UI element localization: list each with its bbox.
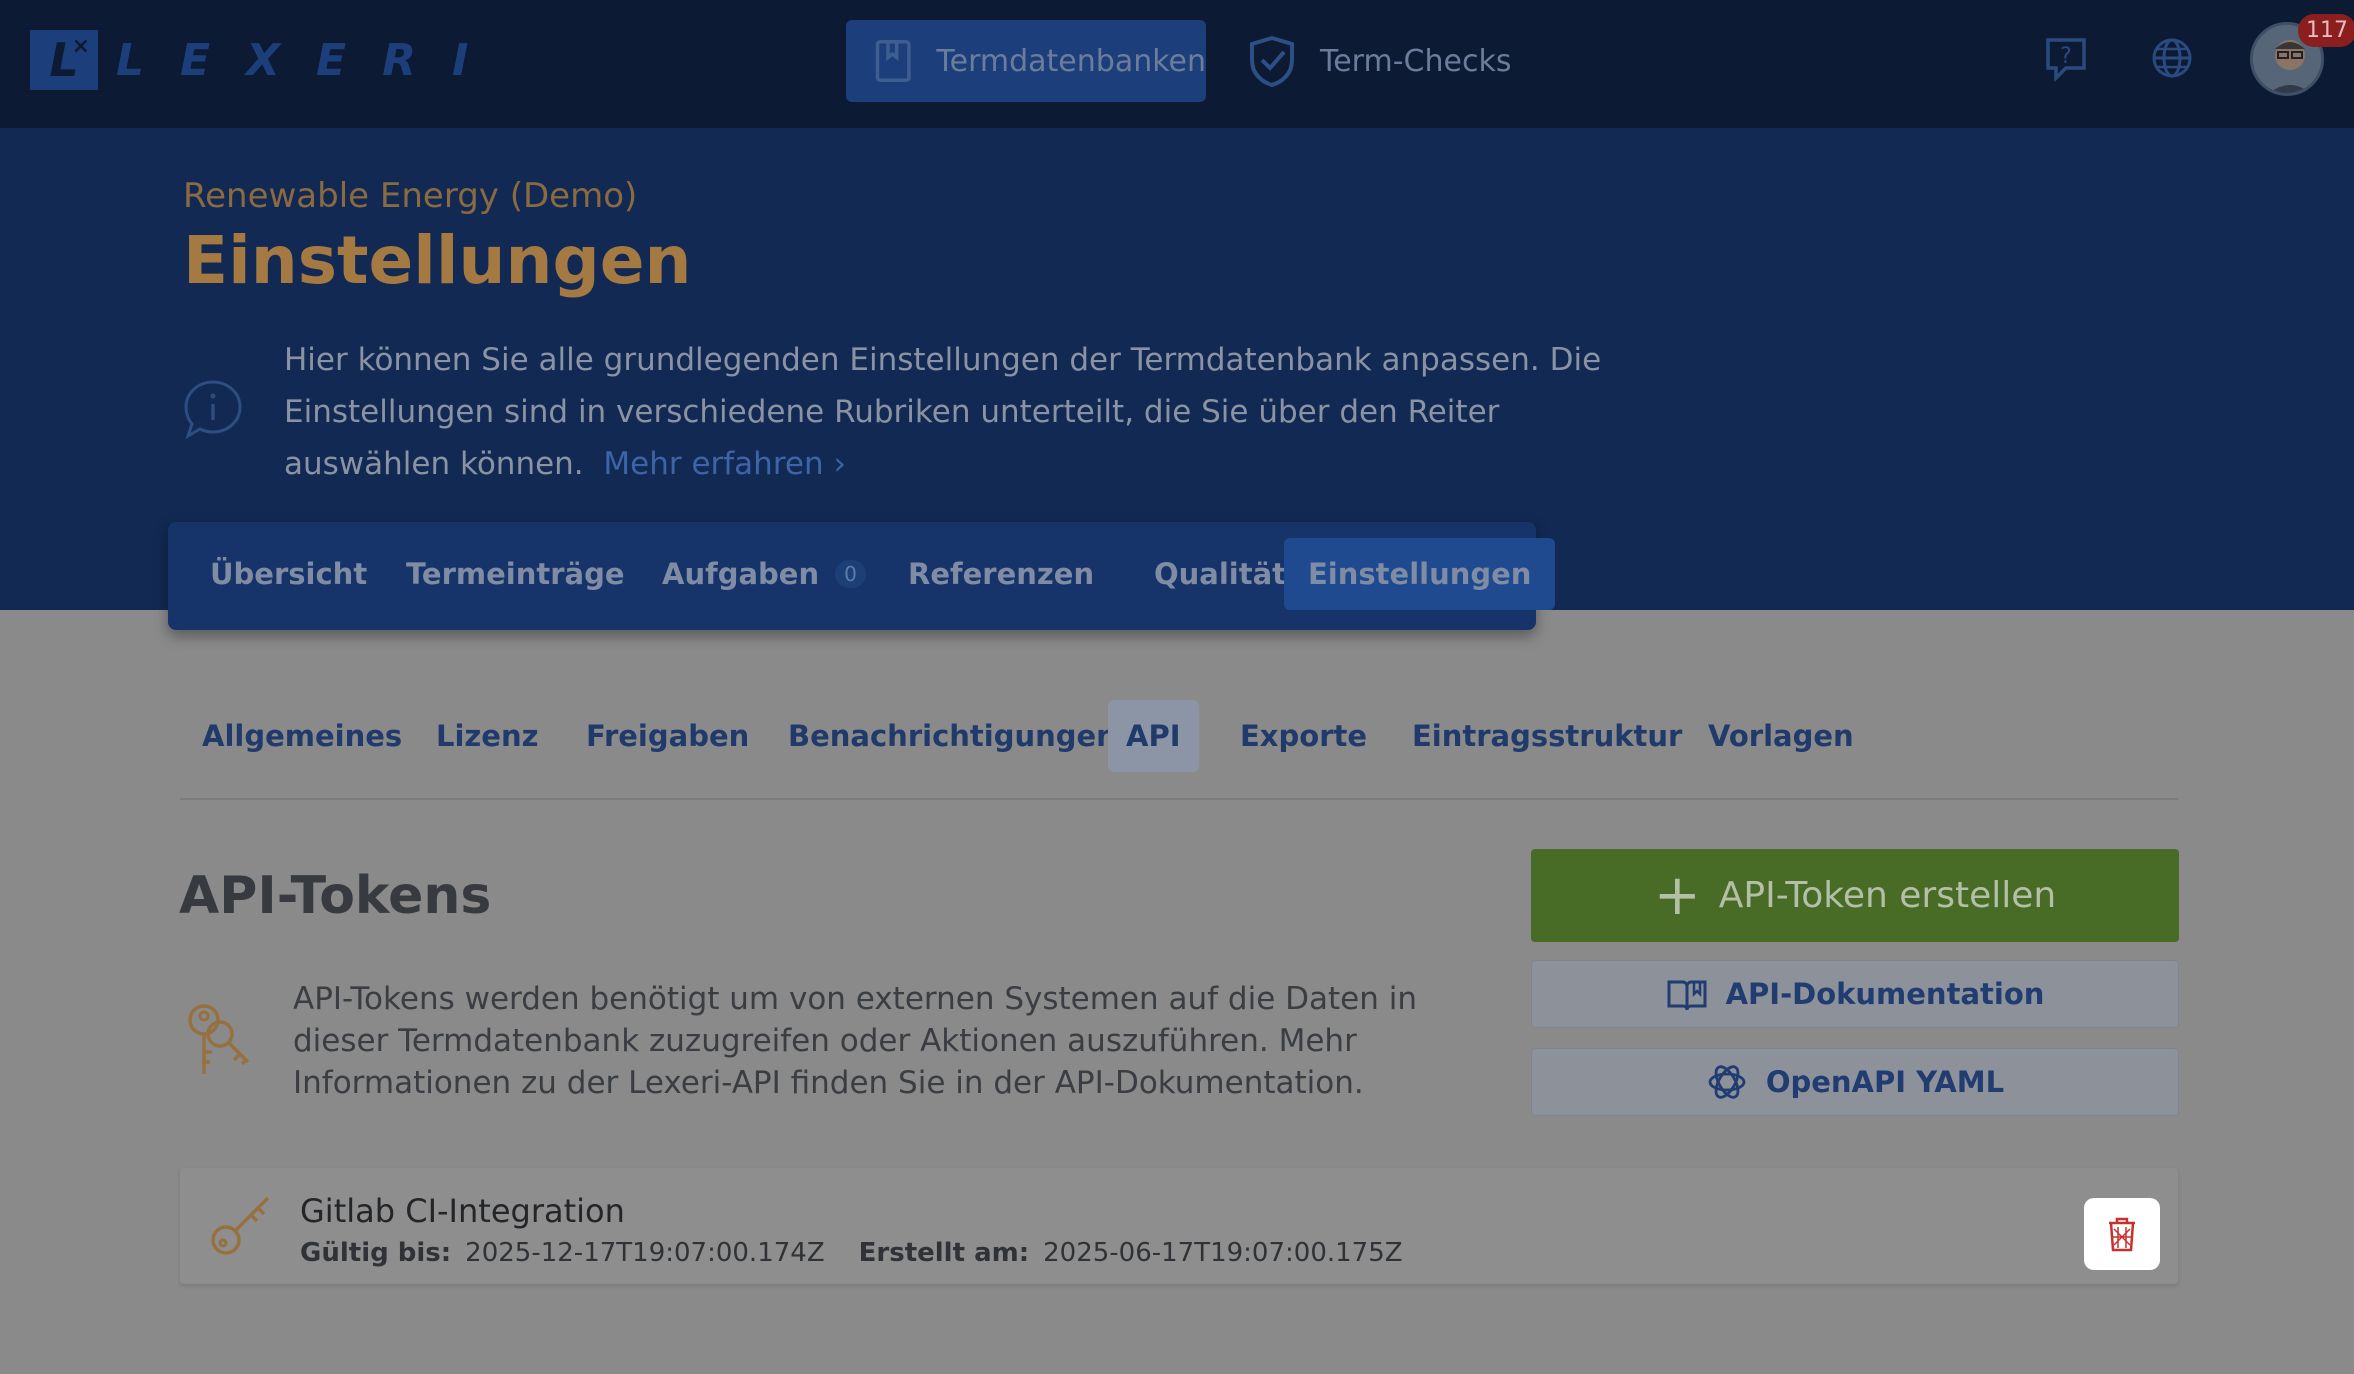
section-title: API-Tokens <box>179 866 492 926</box>
api-description: API-Tokens werden benötigt um von extern… <box>293 981 1417 1101</box>
tab-entries[interactable]: Termeinträge <box>382 538 649 610</box>
nav-termdatenbanken[interactable]: Termdatenbanken <box>846 20 1206 102</box>
tab-tasks[interactable]: Aufgaben 0 <box>638 538 890 610</box>
shield-check-icon <box>1250 35 1294 88</box>
tab-references[interactable]: Referenzen <box>884 538 1118 610</box>
valid-until-value: 2025-12-17T19:07:00.174Z <box>465 1238 825 1268</box>
main-tabs: Übersicht Termeinträge Aufgaben 0 Refere… <box>168 522 1556 630</box>
subtab-license[interactable]: Lizenz <box>418 700 557 772</box>
subtab-notifications[interactable]: Benachrichtigungen <box>770 700 1135 772</box>
openapi-yaml-label: OpenAPI YAML <box>1765 1065 2005 1099</box>
help-icon[interactable]: ? <box>2044 36 2088 82</box>
created-at-label: Erstellt am: <box>858 1238 1030 1268</box>
openai-knot-icon <box>1708 1065 1746 1099</box>
token-name: Gitlab CI-Integration <box>300 1192 625 1230</box>
subtab-general[interactable]: Allgemeines <box>184 700 420 772</box>
create-token-button[interactable]: + API-Token erstellen <box>1531 849 2179 942</box>
logo-mark: L × <box>30 30 98 90</box>
valid-until-label: Gültig bis: <box>300 1238 452 1268</box>
chevron-right-icon: › <box>833 446 846 482</box>
created-at-value: 2025-06-17T19:07:00.175Z <box>1043 1238 1403 1268</box>
trash-icon <box>2109 1217 2135 1252</box>
subtab-structure[interactable]: Eintragsstruktur <box>1394 700 1700 772</box>
subtab-sharing[interactable]: Freigaben <box>568 700 767 772</box>
token-meta: Gültig bis: 2025-12-17T19:07:00.174Z Erste… <box>300 1238 1403 1268</box>
create-token-label: API-Token erstellen <box>1718 875 2057 916</box>
keys-icon <box>188 1004 250 1074</box>
plus-icon: + <box>1653 862 1701 928</box>
tab-overview[interactable]: Übersicht <box>186 538 391 610</box>
nav-term-checks-label: Term-Checks <box>1320 43 1512 79</box>
token-row: Gitlab CI-Integration Gültig bis: 2025-12… <box>180 1168 2178 1284</box>
svg-text:?: ? <box>2060 44 2072 69</box>
info-text: Hier können Sie alle grundlegenden Einst… <box>284 342 1602 482</box>
tasks-count-badge: 0 <box>835 560 866 588</box>
top-navigation-bar: L× LEXERI Termdatenbanken Term-Checks ? <box>0 0 2354 128</box>
lexeri-logo[interactable]: L × LEXERI <box>30 30 504 90</box>
open-book-icon <box>1667 980 1707 1011</box>
info-icon <box>184 380 242 440</box>
subtab-api[interactable]: API <box>1108 700 1199 772</box>
openapi-yaml-button[interactable]: OpenAPI YAML <box>1531 1048 2179 1116</box>
subtab-templates[interactable]: Vorlagen <box>1690 700 1872 772</box>
subtab-divider <box>180 798 2178 800</box>
project-name: Renewable Energy (Demo) <box>183 176 638 216</box>
page-title: Einstellungen <box>183 222 692 299</box>
logo-text: LEXERI <box>116 34 505 86</box>
api-docs-button[interactable]: API-Dokumentation <box>1531 960 2179 1028</box>
delete-token-button[interactable] <box>2084 1198 2160 1270</box>
api-docs-label: API-Dokumentation <box>1725 977 2045 1011</box>
notification-badge[interactable]: 117 <box>2298 14 2354 47</box>
nav-term-checks[interactable]: Term-Checks <box>1244 20 1511 102</box>
more-info-link[interactable]: Mehr erfahren › <box>603 446 846 482</box>
nav-termdatenbanken-label: Termdatenbanken <box>936 43 1206 79</box>
book-icon <box>875 40 911 82</box>
globe-icon[interactable] <box>2150 36 2194 80</box>
key-icon <box>211 1196 270 1255</box>
subtab-exports[interactable]: Exporte <box>1222 700 1385 772</box>
tab-settings[interactable]: Einstellungen <box>1284 538 1556 610</box>
tab-tasks-label: Aufgaben <box>662 557 820 591</box>
